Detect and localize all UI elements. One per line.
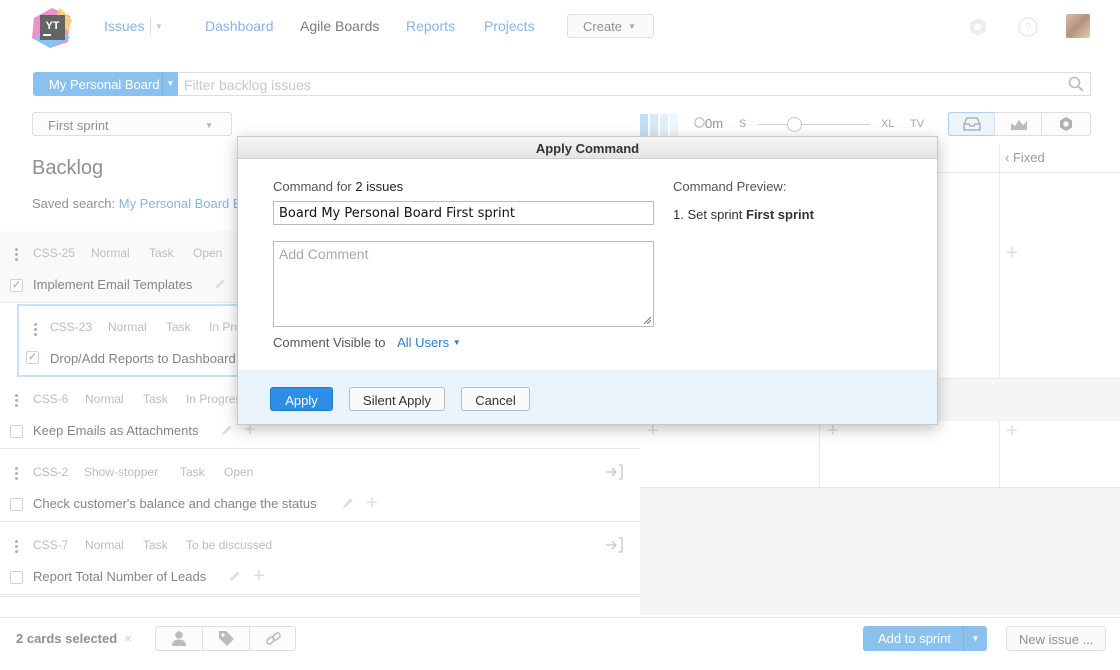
preview-value: First sprint	[746, 207, 814, 222]
dialog-footer: Apply Silent Apply Cancel	[238, 370, 937, 424]
comment-placeholder: Add Comment	[279, 246, 369, 262]
cancel-button[interactable]: Cancel	[461, 387, 530, 411]
apply-button[interactable]: Apply	[270, 387, 333, 411]
visibility-select[interactable]: All Users ▼	[397, 335, 461, 350]
comment-textarea[interactable]: Add Comment	[273, 241, 654, 327]
command-preview-item: 1. Set sprint First sprint	[673, 207, 814, 222]
dialog-title: Apply Command	[238, 137, 937, 159]
visibility-label: Comment Visible to	[273, 335, 386, 350]
command-input[interactable]: Board My Personal Board First sprint	[273, 201, 654, 225]
preview-prefix: 1. Set sprint	[673, 207, 743, 222]
command-for-text: Command for	[273, 179, 352, 194]
visibility-value: All Users	[397, 335, 450, 350]
issue-count: 2 issues	[355, 179, 404, 194]
silent-apply-button[interactable]: Silent Apply	[349, 387, 445, 411]
comment-visibility: Comment Visible to All Users ▼	[273, 335, 461, 350]
apply-command-dialog: Apply Command Command for 2 issues Board…	[237, 136, 938, 425]
command-preview-label: Command Preview:	[673, 179, 787, 194]
command-for-label: Command for 2 issues	[273, 179, 403, 194]
chevron-down-icon: ▼	[452, 338, 461, 347]
resize-grip-icon[interactable]	[643, 316, 651, 324]
